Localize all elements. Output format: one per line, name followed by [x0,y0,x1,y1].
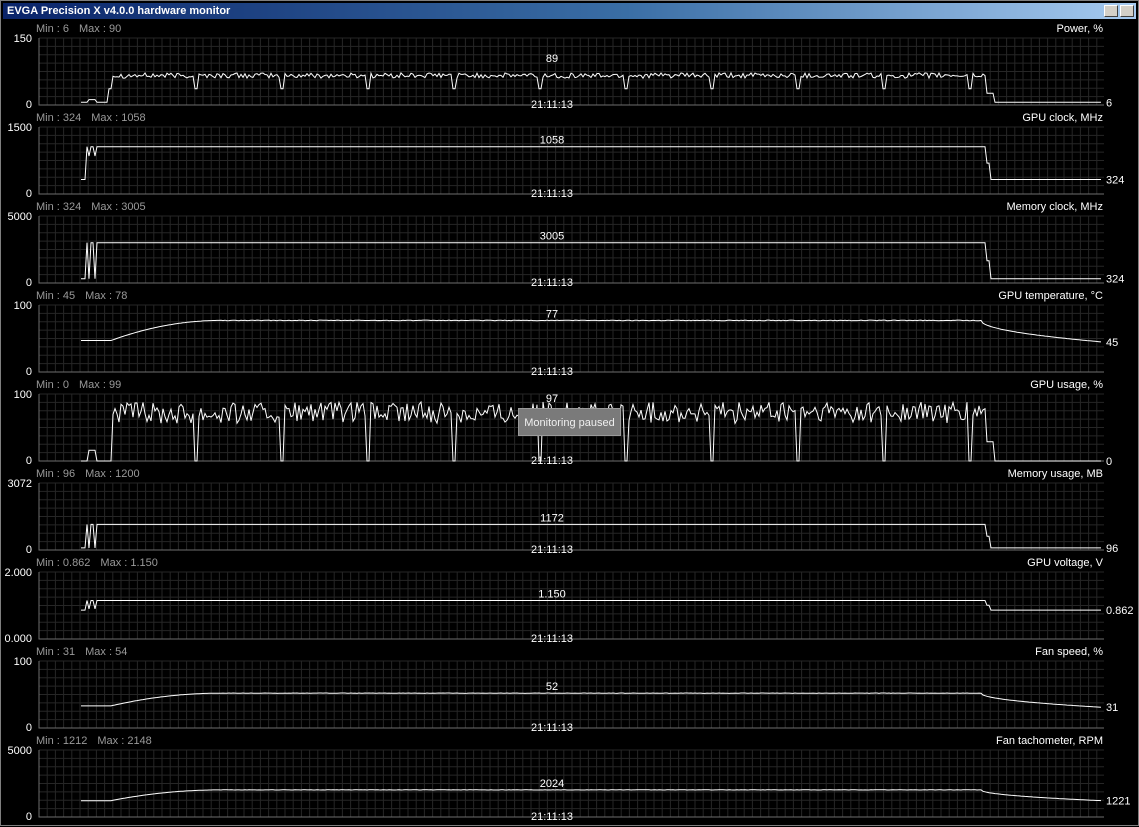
scale-bottom: 0 [26,544,32,556]
min-readout: Min : 6 [36,23,69,35]
grid-power [38,37,1104,106]
max-readout: Max : 1200 [85,468,139,480]
trace-fan-speed [81,692,1102,708]
scale-top: 100 [14,656,32,668]
graph-label: Fan tachometer, RPM [996,735,1103,747]
max-readout: Max : 78 [85,290,127,302]
max-readout: Max : 99 [79,379,121,391]
monitoring-paused-badge: Monitoring paused [518,408,621,436]
grid-gpu-temperature [38,304,1104,373]
graph-fan-speed[interactable]: Min : 31 Max : 54 Fan speed, % 100 0 21:11:13… [14,646,1119,734]
last-value: 0 [1106,456,1112,468]
min-readout: Min : 0 [36,379,69,391]
min-readout: Min : 31 [36,646,75,658]
graph-gpu-voltage[interactable]: Min : 0.862 Max : 1.150 GPU voltage, V 2.00… [4,557,1133,645]
max-readout: Max : 1.150 [100,557,157,569]
timestamp: 21:11:13 [531,633,573,645]
scale-top: 1500 [8,122,32,134]
timestamp: 21:11:13 [531,366,573,378]
last-value: 96 [1106,543,1118,555]
graph-label: GPU temperature, °C [998,290,1103,302]
graph-label: Memory usage, MB [1008,468,1103,480]
scale-top: 100 [14,300,32,312]
current-value: 1058 [540,135,564,147]
last-value: 1221 [1106,796,1130,808]
last-value: 0.862 [1106,605,1134,617]
graph-label: Memory clock, MHz [1006,201,1103,213]
scale-bottom: 0 [26,366,32,378]
last-value: 6 [1106,97,1112,109]
grid-memory-usage [38,482,1104,551]
scale-top: 3072 [8,478,32,490]
min-readout: Min : 0.862 [36,557,90,569]
min-readout: Min : 324 [36,201,81,213]
hardware-monitor-window: EVGA Precision X v4.0.0 hardware monitor… [0,0,1139,826]
current-value: 3005 [540,231,564,243]
timestamp: 21:11:13 [531,277,573,289]
graph-fan-tachometer[interactable]: Min : 1212 Max : 2148 Fan tachometer, RPM 5… [8,735,1131,823]
max-readout: Max : 90 [79,23,121,35]
last-value: 324 [1106,274,1124,286]
graph-label: GPU voltage, V [1027,557,1103,569]
scale-top: 100 [14,389,32,401]
scale-bottom: 0 [26,99,32,111]
grid-fan-speed [38,660,1104,729]
graph-label: Fan speed, % [1035,646,1103,658]
trace-memory-usage [81,523,1101,549]
scale-bottom: 0 [26,188,32,200]
current-value: 1.150 [538,589,566,601]
current-value: 77 [546,308,558,320]
last-value: 31 [1106,702,1118,714]
graph-label: GPU clock, MHz [1022,112,1103,124]
graph-memory-clock[interactable]: Min : 324 Max : 3005 Memory clock, MHz 5000… [8,201,1125,289]
timestamp: 21:11:13 [531,811,573,823]
timestamp: 21:11:13 [531,455,573,467]
trace-power [81,71,1101,103]
grid-gpu-voltage [38,571,1104,640]
timestamp: 21:11:13 [531,722,573,734]
min-readout: Min : 324 [36,112,81,124]
timestamp: 21:11:13 [531,544,573,556]
last-value: 324 [1106,175,1124,187]
last-value: 45 [1106,337,1118,349]
max-readout: Max : 2148 [97,735,151,747]
scale-top: 5000 [8,745,32,757]
graph-power[interactable]: Min : 6 Max : 90 Power, % 150 0 21:11:13 89 6 [14,23,1112,111]
timestamp: 21:11:13 [531,188,573,200]
graph-label: Power, % [1057,23,1104,35]
scale-bottom: 0.000 [4,633,32,645]
graph-label: GPU usage, % [1030,379,1103,391]
max-readout: Max : 54 [85,646,127,658]
scale-bottom: 0 [26,455,32,467]
min-readout: Min : 96 [36,468,75,480]
graph-gpu-temperature[interactable]: Min : 45 Max : 78 GPU temperature, °C 100 0 2… [14,290,1119,378]
timestamp: 21:11:13 [531,99,573,111]
scale-top: 150 [14,33,32,45]
trace-fan-tachometer [81,789,1102,802]
trace-memory-clock [81,242,1101,280]
current-value: 52 [546,681,558,693]
current-value: 97 [546,393,558,405]
scale-bottom: 0 [26,277,32,289]
scale-top: 2.000 [4,567,32,579]
current-value: 2024 [540,778,564,790]
max-readout: Max : 3005 [91,201,145,213]
grid-gpu-clock [38,126,1104,195]
scale-bottom: 0 [26,811,32,823]
grid-fan-tachometer [38,749,1104,818]
max-readout: Max : 1058 [91,112,145,124]
grid-memory-clock [38,215,1104,284]
min-readout: Min : 1212 [36,735,87,747]
scale-bottom: 0 [26,722,32,734]
current-value: 89 [546,53,558,65]
scale-top: 5000 [8,211,32,223]
graph-memory-usage[interactable]: Min : 96 Max : 1200 Memory usage, MB 3072 0 2… [8,468,1119,556]
min-readout: Min : 45 [36,290,75,302]
graph-gpu-clock[interactable]: Min : 324 Max : 1058 GPU clock, MHz 1500 0 21… [8,112,1125,200]
current-value: 1172 [540,512,564,524]
